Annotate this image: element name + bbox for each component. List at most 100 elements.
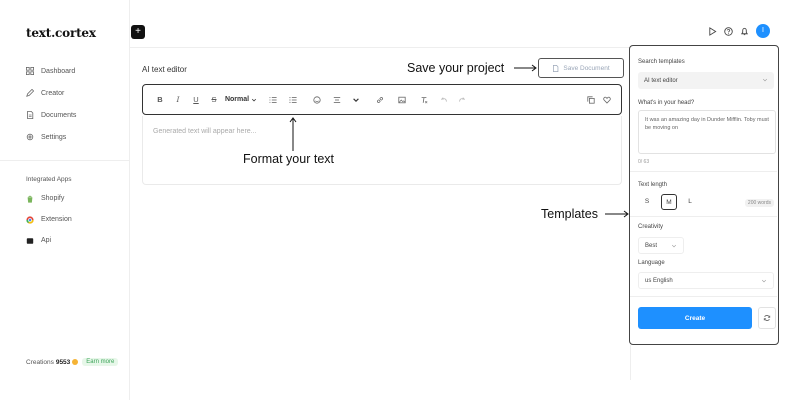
- chevron-down-icon: [353, 97, 359, 102]
- sidebar-item-label: Api: [41, 237, 52, 244]
- length-option-m[interactable]: M: [661, 194, 677, 210]
- bullet-list-icon: [289, 96, 297, 103]
- copy-icon: [587, 95, 595, 104]
- emoji-button[interactable]: [307, 91, 327, 109]
- coin-icon: [72, 359, 79, 365]
- language-label: Language: [638, 260, 665, 266]
- gear-icon: [26, 133, 34, 141]
- header-divider: [130, 47, 630, 48]
- earn-more-button[interactable]: Earn more: [82, 358, 119, 366]
- align-icon: [333, 96, 341, 103]
- clear-format-button[interactable]: [413, 91, 435, 109]
- character-counter: 0/ 63: [638, 159, 650, 165]
- chevron-down-icon: [251, 98, 257, 101]
- length-option-s[interactable]: S: [639, 194, 655, 210]
- sidebar-item-shopify[interactable]: Shopify: [26, 188, 72, 209]
- sidebar-item-extension[interactable]: Extension: [26, 209, 72, 230]
- sidebar-item-creator[interactable]: Creator: [26, 82, 76, 104]
- copy-button[interactable]: [583, 91, 599, 109]
- sidebar-item-label: Creator: [41, 89, 65, 97]
- prompt-label: What's in your head?: [638, 100, 695, 106]
- chevron-down-icon: [761, 279, 767, 283]
- ordered-list-icon: [269, 96, 277, 103]
- sidebar-item-label: Documents: [41, 111, 77, 119]
- format-toolbar: B I U S Normal: [142, 84, 622, 115]
- bell-icon[interactable]: [740, 27, 749, 36]
- sidebar-item-settings[interactable]: Settings: [26, 126, 76, 148]
- favorite-button[interactable]: [599, 91, 615, 109]
- sidebar-item-dashboard[interactable]: Dashboard: [26, 60, 76, 82]
- integrated-apps-list: Shopify Extension Api: [26, 188, 72, 251]
- credits-label: Creations: [26, 358, 54, 366]
- template-select-value: AI text editor: [644, 77, 678, 84]
- strikethrough-button[interactable]: S: [205, 91, 223, 109]
- underline-button[interactable]: U: [187, 91, 205, 109]
- grid-icon: [26, 67, 34, 75]
- editor-placeholder: Generated text will appear here...: [153, 128, 257, 135]
- annotation-save-project: Save your project: [407, 61, 505, 75]
- new-document-button[interactable]: +: [131, 25, 145, 39]
- sidebar: text.cortex Dashboard Creator Documents …: [0, 0, 130, 400]
- chevron-down-icon: [762, 78, 768, 82]
- clear-format-icon: [421, 96, 428, 103]
- integrated-apps-title: Integrated Apps: [26, 176, 72, 183]
- language-select-value: us English: [645, 277, 673, 284]
- link-button[interactable]: [369, 91, 391, 109]
- undo-button[interactable]: [435, 91, 453, 109]
- bold-button[interactable]: B: [151, 91, 169, 109]
- redo-icon: [459, 96, 466, 102]
- sidebar-item-label: Settings: [41, 133, 67, 141]
- image-icon: [398, 96, 406, 103]
- redo-button[interactable]: [453, 91, 471, 109]
- creativity-select[interactable]: Best: [638, 237, 684, 254]
- prompt-textarea[interactable]: It was an amazing day in Dunder Mifflin.…: [638, 110, 776, 154]
- chevron-down-icon: [671, 244, 677, 248]
- document-icon: [553, 64, 559, 72]
- pen-icon: [26, 89, 34, 97]
- bold-icon: B: [157, 95, 163, 104]
- link-icon: [377, 96, 383, 103]
- bullet-list-button[interactable]: [283, 91, 303, 109]
- align-button[interactable]: [327, 91, 347, 109]
- search-templates-label: Search templates: [638, 59, 685, 65]
- avatar[interactable]: I: [756, 24, 770, 38]
- credits-indicator: Creations 9553 Earn more: [26, 358, 119, 366]
- create-button[interactable]: Create: [638, 307, 752, 329]
- ordered-list-button[interactable]: [263, 91, 283, 109]
- text-length-label: Text length: [638, 182, 668, 188]
- editor-title: AI text editor: [142, 65, 187, 74]
- sidebar-divider: [0, 160, 129, 161]
- smile-icon: [313, 95, 321, 104]
- italic-button[interactable]: I: [169, 91, 187, 109]
- sidebar-item-label: Shopify: [41, 195, 65, 202]
- length-option-l[interactable]: L: [682, 194, 698, 210]
- help-icon[interactable]: [724, 26, 733, 36]
- italic-icon: I: [176, 95, 180, 104]
- sidebar-item-documents[interactable]: Documents: [26, 104, 76, 126]
- panel-divider: [630, 296, 777, 297]
- sidebar-item-api[interactable]: Api: [26, 230, 72, 251]
- underline-icon: U: [193, 95, 199, 104]
- top-bar-actions: I: [708, 24, 770, 38]
- api-icon: [26, 237, 34, 244]
- panel-edge: [630, 345, 631, 380]
- image-button[interactable]: [391, 91, 413, 109]
- refresh-button[interactable]: [758, 307, 776, 329]
- template-select[interactable]: AI text editor: [638, 72, 774, 89]
- refresh-icon: [763, 315, 771, 321]
- save-document-button[interactable]: Save Document: [538, 58, 624, 78]
- document-icon: [27, 111, 34, 119]
- strikethrough-icon: S: [211, 95, 217, 104]
- language-select[interactable]: us English: [638, 272, 774, 289]
- align-dropdown[interactable]: [347, 91, 365, 109]
- text-editor-area[interactable]: Generated text will appear here...: [142, 116, 622, 185]
- arrow-right-icon: [605, 210, 629, 218]
- creativity-label: Creativity: [638, 224, 664, 230]
- play-icon[interactable]: [708, 26, 717, 36]
- word-count-badge: 200 words: [744, 199, 774, 207]
- app-logo[interactable]: text.cortex: [26, 26, 96, 40]
- creativity-select-value: Best: [645, 242, 658, 249]
- arrow-up-icon: [289, 117, 297, 151]
- text-format-dropdown[interactable]: Normal: [223, 91, 259, 109]
- save-document-label: Save Document: [563, 64, 610, 72]
